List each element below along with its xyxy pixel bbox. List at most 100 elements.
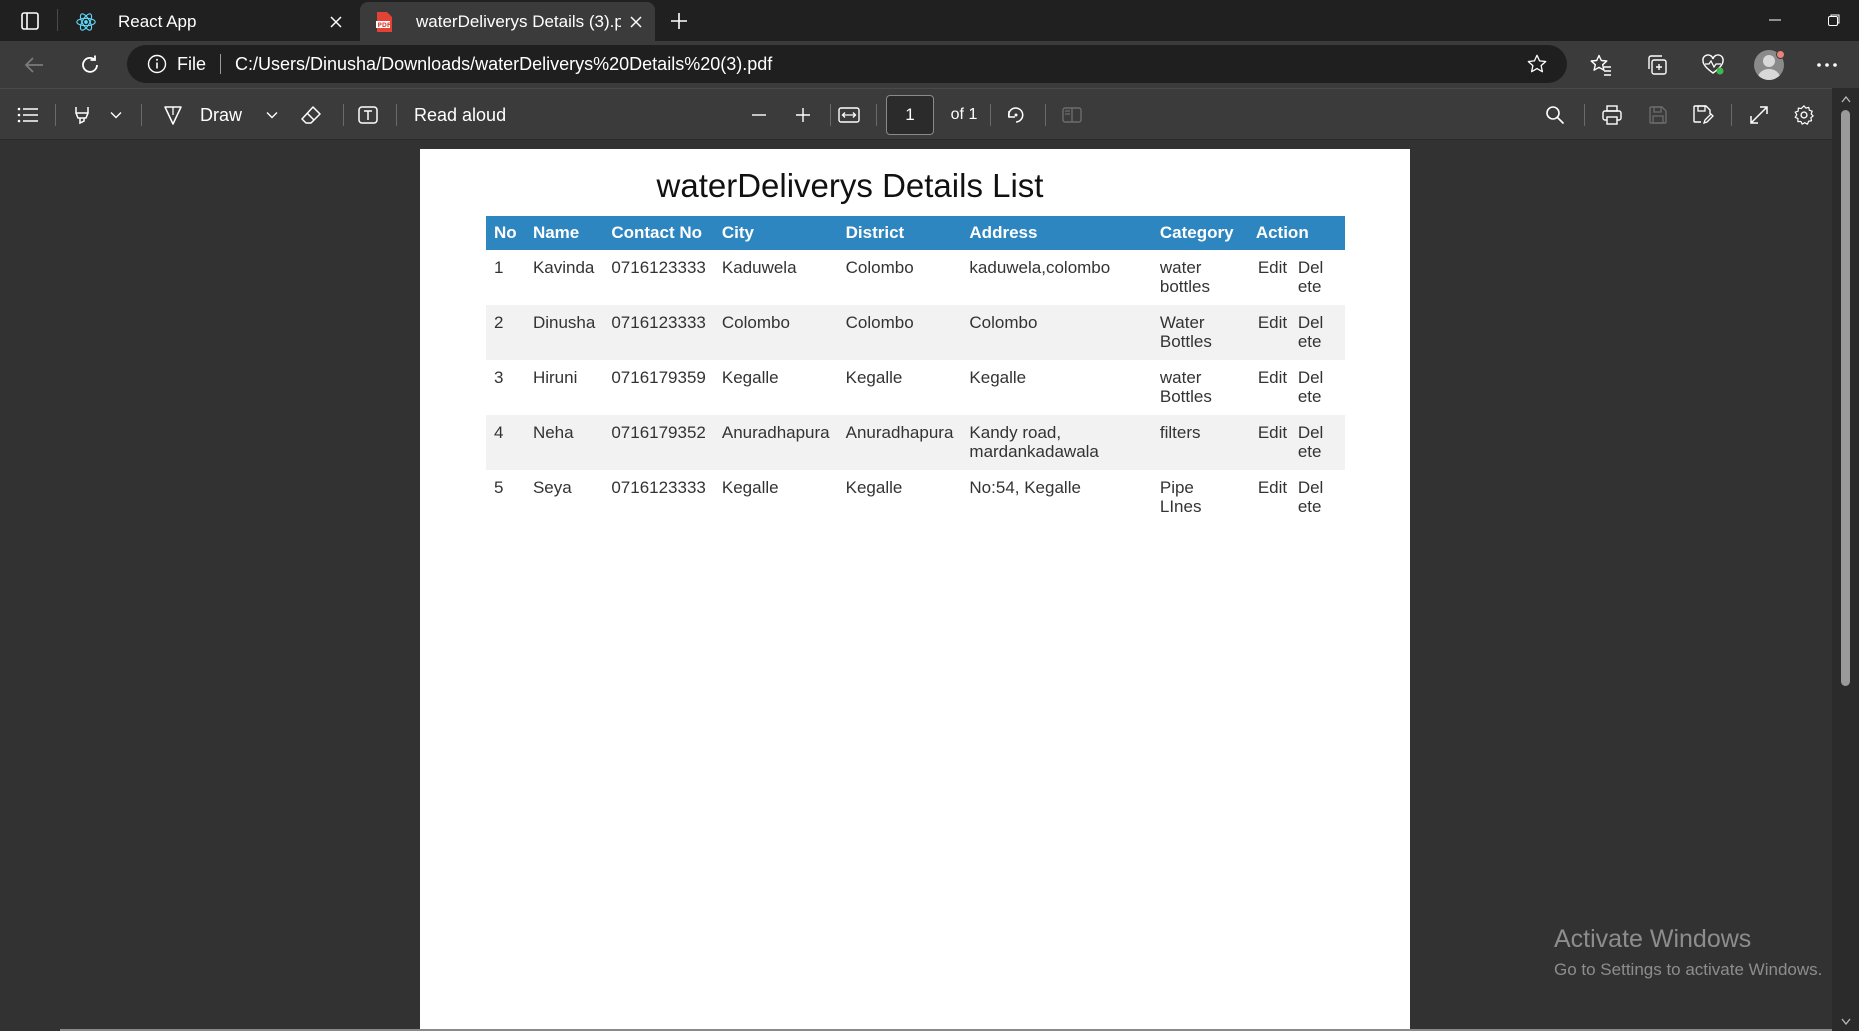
edit-button[interactable]: Edit (1256, 313, 1298, 351)
minimize-button[interactable] (1752, 4, 1798, 36)
page-number-input[interactable]: 1 (886, 95, 934, 135)
column-header: District (837, 216, 962, 250)
more-menu-button[interactable] (1808, 46, 1846, 84)
gear-icon (1794, 105, 1814, 125)
eraser-icon (301, 106, 321, 124)
edit-button[interactable]: Edit (1256, 368, 1298, 406)
contents-button[interactable] (12, 98, 44, 132)
save-as-button[interactable] (1686, 98, 1720, 132)
cell-name: Dinusha (524, 305, 604, 360)
table-row: 4 Neha 0716179352 Anuradhapura Anuradhap… (486, 415, 1345, 470)
cell-city: Kegalle (721, 478, 779, 497)
fit-width-icon (838, 107, 860, 123)
watermark-subtitle: Go to Settings to activate Windows. (1554, 960, 1823, 979)
watermark-title: Activate Windows (1554, 925, 1752, 953)
document-title: waterDeliverys Details List (656, 167, 1044, 204)
svg-text:PDF: PDF (378, 22, 391, 29)
tab-actions-button[interactable] (12, 8, 48, 34)
vertical-scrollbar[interactable] (1832, 88, 1859, 1031)
heart-pulse-icon (1702, 54, 1724, 75)
deliveries-table: No Name Contact No City District Address… (486, 216, 1345, 525)
browser-essentials-button[interactable] (1694, 46, 1732, 84)
column-header: Category (1151, 216, 1248, 250)
cell-action: Edit Del ete (1247, 415, 1345, 470)
profile-button[interactable] (1750, 46, 1788, 84)
erase-button[interactable] (295, 98, 327, 132)
draw-options-button[interactable] (260, 98, 284, 132)
pdf-file-icon: PDF (372, 10, 396, 34)
scroll-up-arrow-icon[interactable] (1838, 93, 1853, 105)
edit-button[interactable]: Edit (1256, 423, 1298, 461)
restore-icon (1828, 14, 1840, 26)
favorites-button[interactable] (1582, 46, 1620, 84)
cell-no: 5 (494, 478, 504, 497)
collections-button[interactable] (1638, 46, 1676, 84)
cell-address: Kegalle (969, 368, 1027, 387)
search-button[interactable] (1538, 98, 1572, 132)
cell-city: Kegalle (721, 368, 779, 387)
close-tab-icon[interactable] (621, 7, 651, 37)
address-field[interactable]: File C:/Users/Dinusha/Downloads/waterDel… (127, 45, 1567, 83)
rotate-button[interactable] (999, 98, 1033, 132)
minus-icon (752, 114, 766, 116)
new-tab-button[interactable] (664, 6, 694, 36)
info-icon[interactable] (147, 54, 167, 74)
favorite-star-icon[interactable] (1517, 46, 1557, 82)
tab-label: waterDeliverys Details (3).pdf (416, 11, 621, 31)
fit-to-width-button[interactable] (832, 98, 866, 132)
zoom-out-button[interactable] (742, 98, 776, 132)
scroll-down-arrow-icon[interactable] (1838, 1015, 1853, 1027)
zoom-in-button[interactable] (786, 98, 820, 132)
cell-category: Pipe LInes (1159, 478, 1202, 516)
cell-name: Seya (532, 478, 572, 497)
fullscreen-button[interactable] (1742, 98, 1776, 132)
plus-icon (796, 108, 810, 122)
cell-district: Kegalle (845, 478, 903, 497)
cell-address: Kandy road, mardankadawala (961, 415, 1152, 470)
page-view-button[interactable] (1055, 98, 1089, 132)
edit-button[interactable]: Edit (1256, 258, 1298, 296)
more-dots-icon (1817, 63, 1837, 67)
highlight-button[interactable] (66, 98, 98, 132)
tab-actions-icon (21, 12, 39, 30)
close-tab-icon[interactable] (321, 7, 351, 37)
back-button[interactable] (16, 47, 52, 83)
list-icon (17, 107, 38, 123)
save-button[interactable] (1641, 98, 1675, 132)
scrollbar-thumb[interactable] (1841, 110, 1850, 686)
delete-button[interactable]: Del ete (1298, 258, 1326, 296)
highlight-options-button[interactable] (104, 98, 128, 132)
add-text-button[interactable] (352, 98, 384, 132)
pdf-viewer[interactable]: waterDeliverys Details List No Name Cont… (0, 140, 1832, 1031)
read-aloud-button[interactable]: Read aloud (414, 98, 514, 132)
delete-button[interactable]: Del ete (1298, 423, 1326, 461)
toolbar-divider (990, 104, 991, 126)
cell-action: Edit Del ete (1248, 250, 1345, 305)
cell-name: Hiruni (532, 368, 578, 387)
edit-button[interactable]: Edit (1256, 478, 1298, 516)
toolbar-divider (141, 104, 142, 126)
settings-button[interactable] (1787, 98, 1821, 132)
delete-button[interactable]: Del ete (1298, 478, 1326, 516)
read-aloud-label: Read aloud (414, 104, 507, 125)
delete-button[interactable]: Del ete (1298, 368, 1326, 406)
cell-category: water Bottles (1159, 368, 1212, 406)
tab-pdf[interactable]: PDF waterDeliverys Details (3).pdf (360, 2, 655, 41)
react-icon (74, 10, 98, 34)
pdf-toolbar: Draw Read aloud 1 of 1 (0, 88, 1859, 140)
url-text[interactable]: C:/Users/Dinusha/Downloads/waterDelivery… (235, 54, 1517, 75)
restore-button[interactable] (1811, 4, 1857, 36)
delete-button[interactable]: Del ete (1298, 313, 1326, 351)
draw-label: Draw (200, 104, 243, 125)
draw-button[interactable]: Draw (162, 98, 252, 132)
toolbar-divider (343, 104, 344, 126)
cell-contact: 0716179352 (603, 415, 714, 470)
column-header: Contact No (603, 216, 714, 250)
print-button[interactable] (1595, 98, 1629, 132)
cell-no: 4 (486, 415, 525, 470)
column-header: Action (1247, 216, 1345, 250)
tab-react-app[interactable]: React App (62, 2, 355, 41)
cell-contact: 0716123333 (611, 478, 706, 497)
back-arrow-icon (24, 57, 43, 73)
refresh-button[interactable] (72, 47, 108, 83)
